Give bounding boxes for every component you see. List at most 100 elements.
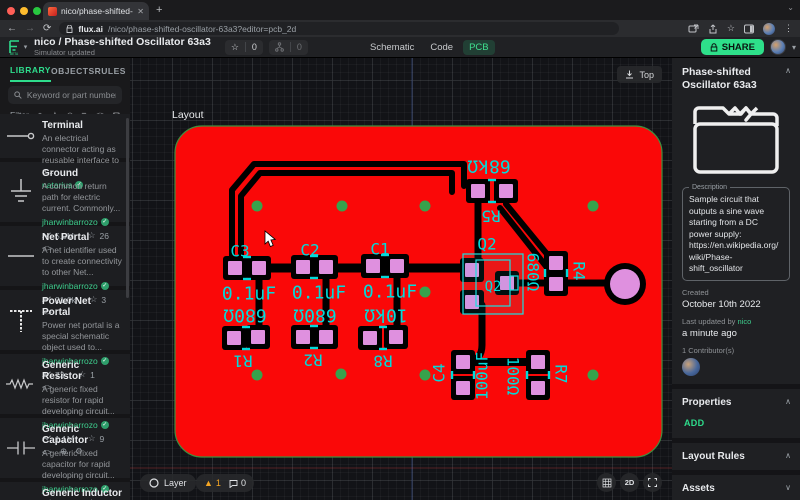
contributors-label: 1 Contributor(s) [682,346,790,355]
star-count-button[interactable]: ☆ 0 [225,40,263,55]
tab-objects[interactable]: OBJECTS [51,60,95,81]
grid-toggle-button[interactable] [597,473,616,492]
view-mode-button[interactable]: 2D [620,473,639,492]
capacitor-symbol-icon [0,424,42,472]
window-close-button[interactable] [7,7,15,15]
list-item-power-net-portal[interactable]: Power Net Portal Power net portal is a s… [0,290,130,350]
item-title: Terminal [42,120,122,131]
search-placeholder: Keyword or part number [27,90,116,100]
avatar-caret-icon[interactable]: ▾ [792,43,796,52]
item-author[interactable]: jharwinbarrozo [42,217,98,227]
warning-icon: ▲ [204,478,213,488]
fullscreen-button[interactable] [643,473,662,492]
sidebar-scrollbar[interactable] [126,118,129,298]
pcb-canvas[interactable]: C3C2C10.1uF0.1uF0.1uF680Ω680Ω10kΩR1R2R86… [130,58,672,500]
window-zoom-button[interactable] [33,7,41,15]
share-icon[interactable] [708,24,718,34]
layer-top-button[interactable]: Top [617,66,662,83]
layer-selector[interactable]: Layer [140,474,196,492]
project-info-panel: Phase-shifted Oscillator 63a3 ∧ Descript… [672,58,800,384]
item-description: Power net portal is a special schematic … [42,320,122,353]
fork-count: 0 [290,42,302,52]
grid-icon [602,478,612,488]
browser-profile-avatar[interactable] [763,23,775,35]
created-label: Created [682,288,790,297]
collapse-icon[interactable]: ∧ [785,66,791,75]
item-title: Power Net Portal [42,296,122,318]
svg-text:R7: R7 [552,364,571,383]
layer-top-icon [625,70,634,79]
open-window-icon[interactable] [688,24,699,34]
add-property-button[interactable]: ADD [684,418,790,428]
address-bar[interactable]: flux.ai /nico/phase-shifted-oscillator-6… [59,22,619,35]
toolbar-icons: ☆ ⋮ [688,23,793,35]
view-mode-label: 2D [625,478,635,487]
reload-icon[interactable]: ⟳ [43,24,51,34]
svg-text:R8: R8 [373,352,392,371]
simulator-status: Simulator updated [34,49,211,57]
window-minimize-button[interactable] [20,7,28,15]
share-button[interactable]: SHARE [701,39,764,55]
browser-tab-strip: nico/phase-shifted-oscillator-6 ✕ + ⌄ [0,0,800,20]
tab-rules[interactable]: RULES [95,60,126,81]
power-net-portal-symbol-icon [0,296,42,344]
project-name: Phase-shifted Oscillator 63a3 [682,66,782,92]
library-list: Terminal An electrical connector acting … [0,114,130,500]
svg-text:R2: R2 [303,351,322,370]
project-breadcrumb: nico / Phase-shifted Oscillator 63a3 Sim… [34,37,211,57]
collapse-icon[interactable]: ∧ [785,397,791,406]
forward-icon[interactable]: → [25,24,35,34]
contributor-avatar[interactable] [682,358,700,376]
project-folder-icon [689,102,783,178]
lock-icon [710,43,718,52]
inductor-symbol-icon [0,488,42,500]
window-controls[interactable] [7,7,41,15]
svg-text:100Ω: 100Ω [504,357,523,396]
search-input[interactable]: Keyword or part number [8,86,122,104]
assets-panel: Assets ∨ [672,475,800,500]
list-item-net-portal[interactable]: Net Portal A net identifier used to crea… [0,226,130,286]
browser-tab[interactable]: nico/phase-shifted-oscillator-6 ✕ [43,2,149,20]
collapse-icon[interactable]: ∧ [785,451,791,460]
pcb-board[interactable]: C3C2C10.1uF0.1uF0.1uF680Ω680Ω10kΩR1R2R86… [130,58,672,500]
list-item-terminal[interactable]: Terminal An electrical connector acting … [0,114,130,158]
new-tab-button[interactable]: + [156,4,162,16]
status-pill[interactable]: ▲1 0 [196,474,254,492]
svg-text:Q2: Q2 [485,279,502,295]
item-author[interactable]: jharwinbarrozo [42,281,98,291]
expand-icon[interactable]: ∨ [785,483,791,492]
svg-text:10kΩ: 10kΩ [364,305,408,326]
flux-logo[interactable]: BETA ▾ [0,39,34,55]
tab-code[interactable]: Code [424,40,459,55]
flux-logo-icon: BETA [7,39,22,55]
tab-library[interactable]: LIBRARY [10,59,51,82]
tab-schematic[interactable]: Schematic [364,40,420,55]
browser-menu-icon[interactable]: ⋮ [784,23,793,34]
item-title: Generic Inductor [42,488,122,499]
layer-top-label: Top [639,70,654,80]
list-item-generic-capacitor[interactable]: Generic Capacitor A generic fixed capaci… [0,418,130,478]
list-item-ground[interactable]: Ground A common return path for electric… [0,162,130,222]
layer-circle-icon [149,478,159,488]
tab-search-icon[interactable]: ⌄ [787,3,794,12]
updated-label: Last updated by [682,317,735,326]
sidebar-tabs: LIBRARY OBJECTS RULES [0,58,130,82]
item-description: A generic fixed resistor for rapid devel… [42,384,122,417]
item-description: A common return path for electric curren… [42,181,122,214]
tab-pcb[interactable]: PCB [463,40,495,55]
tab-close-icon[interactable]: ✕ [137,7,144,16]
side-panel-icon[interactable] [744,24,754,34]
share-label: SHARE [722,42,755,53]
logo-caret-icon: ▾ [24,43,28,51]
svg-text:R5: R5 [481,207,500,226]
bookmark-star-icon[interactable]: ☆ [727,23,735,34]
ground-symbol-icon [0,168,42,216]
fork-count-button[interactable]: 0 [269,40,308,55]
updated-by[interactable]: nico [737,317,751,326]
item-description: A generic fixed capacitor for rapid deve… [42,448,122,481]
svg-text:680Ω: 680Ω [293,305,337,326]
svg-text:100uF: 100uF [473,352,492,400]
user-avatar[interactable] [770,39,786,55]
list-item-generic-resistor[interactable]: Generic Resistor A generic fixed resisto… [0,354,130,414]
back-icon[interactable]: ← [7,24,17,34]
